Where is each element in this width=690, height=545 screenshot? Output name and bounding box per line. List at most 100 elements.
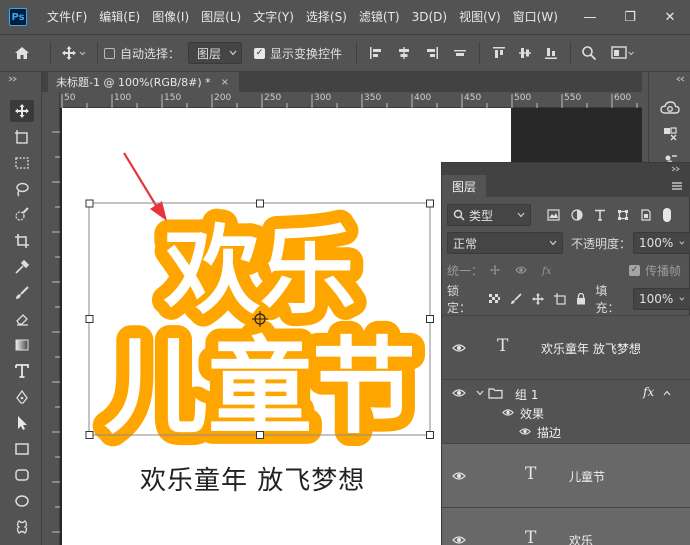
show-transform-checkbox[interactable]: ✓ xyxy=(254,47,266,59)
text-layer-thumbnail-icon: T xyxy=(525,528,537,545)
menu-edit[interactable]: 编辑(E) xyxy=(93,0,146,34)
opacity-input[interactable]: 100% xyxy=(633,232,690,254)
move-tool-icon[interactable] xyxy=(10,100,34,122)
filter-type-icon[interactable] xyxy=(594,209,606,221)
unify-visibility-icon[interactable] xyxy=(515,264,531,276)
libraries-icon[interactable] xyxy=(658,96,682,120)
visibility-eye-icon[interactable] xyxy=(452,471,466,481)
lock-label: 锁定： xyxy=(447,284,472,315)
minimize-button[interactable]: — xyxy=(570,0,610,34)
filter-pixel-icon[interactable] xyxy=(547,209,560,221)
menu-window[interactable]: 窗口(W) xyxy=(507,0,564,34)
distribute-horizontal-icon[interactable] xyxy=(453,46,467,60)
panel-menu-icon[interactable] xyxy=(671,181,683,191)
layer-name[interactable]: 欢乐 xyxy=(569,532,593,545)
unify-style-icon[interactable]: fx xyxy=(541,264,557,276)
auto-select-checkbox[interactable] xyxy=(104,47,115,59)
filter-toggle[interactable] xyxy=(663,208,671,222)
chevron-down-icon xyxy=(679,297,685,301)
lasso-tool-icon[interactable] xyxy=(10,178,34,200)
layer-group-row[interactable]: 组 1 fx 效果 描边 xyxy=(442,379,690,443)
effects-eye-icon[interactable] xyxy=(502,408,514,417)
fill-value: 100% xyxy=(639,292,674,306)
unify-position-icon[interactable] xyxy=(489,264,505,276)
menu-layer[interactable]: 图层(L) xyxy=(195,0,247,34)
align-center-icon[interactable] xyxy=(397,46,411,60)
layer-name[interactable]: 欢乐童年 放飞梦想 xyxy=(541,340,641,357)
blend-mode-dropdown[interactable]: 正常 xyxy=(447,232,563,254)
layer-row[interactable]: T 欢乐童年 放飞梦想 xyxy=(442,315,690,379)
menu-type[interactable]: 文字(Y) xyxy=(247,0,300,34)
menu-image[interactable]: 图像(I) xyxy=(146,0,195,34)
align-bottom-icon[interactable] xyxy=(544,46,558,60)
eyedropper-tool-icon[interactable] xyxy=(10,256,34,278)
menu-file[interactable]: 文件(F) xyxy=(41,0,93,34)
menu-view[interactable]: 视图(V) xyxy=(453,0,507,34)
rounded-rectangle-tool-icon[interactable] xyxy=(10,464,34,486)
layer-name[interactable]: 儿童节 xyxy=(569,468,605,485)
vertical-ruler[interactable] xyxy=(42,92,60,545)
ellipse-tool-icon[interactable] xyxy=(10,490,34,512)
layer-row-selected[interactable]: T 儿童节 xyxy=(442,443,690,507)
close-window-button[interactable]: ✕ xyxy=(650,0,690,34)
horizontal-ruler[interactable]: 50 100 150 200 250 300 350 400 450 500 5… xyxy=(60,92,642,108)
text-layer-thumbnail-icon: T xyxy=(497,336,509,356)
quick-selection-tool-icon[interactable] xyxy=(10,204,34,226)
align-left-icon[interactable] xyxy=(369,46,383,60)
document-tab[interactable]: 未标题-1 @ 100%(RGB/8#) * × xyxy=(48,72,240,92)
filter-shape-icon[interactable] xyxy=(617,209,629,221)
type-tool-icon[interactable] xyxy=(10,360,34,382)
eraser-tool-icon[interactable] xyxy=(10,308,34,330)
menu-filter[interactable]: 滤镜(T) xyxy=(353,0,406,34)
ruler-ticks xyxy=(52,131,60,533)
align-top-icon[interactable] xyxy=(492,46,506,60)
gradient-tool-icon[interactable] xyxy=(10,334,34,356)
crop-tool-icon[interactable] xyxy=(10,230,34,252)
rectangle-tool-icon[interactable] xyxy=(10,438,34,460)
align-right-icon[interactable] xyxy=(425,46,439,60)
adjustments-icon[interactable] xyxy=(658,122,682,146)
lock-transparent-icon[interactable] xyxy=(488,293,500,305)
collapse-dock-icon[interactable] xyxy=(675,76,685,82)
visibility-eye-icon[interactable] xyxy=(452,343,466,353)
visibility-eye-icon[interactable] xyxy=(452,388,466,398)
auto-select-target-dropdown[interactable]: 图层 xyxy=(188,42,243,64)
chevron-up-icon[interactable] xyxy=(663,390,671,396)
lock-artboard-icon[interactable] xyxy=(553,293,566,305)
stroke-effect-name[interactable]: 描边 xyxy=(537,424,561,441)
custom-shape-tool-icon[interactable] xyxy=(10,516,34,538)
lock-image-icon[interactable] xyxy=(510,293,522,305)
expand-toolbar-icon[interactable] xyxy=(8,76,18,82)
brush-tool-icon[interactable] xyxy=(10,282,34,304)
restore-button[interactable]: ❐ xyxy=(610,0,650,34)
effects-label: 效果 xyxy=(520,407,545,421)
group-name[interactable]: 组 1 xyxy=(515,386,538,403)
path-selection-tool-icon[interactable] xyxy=(10,412,34,434)
lock-position-icon[interactable] xyxy=(531,293,544,305)
filter-kind-dropdown[interactable]: 类型 xyxy=(447,204,531,226)
lock-all-icon[interactable] xyxy=(576,293,586,305)
group-expand-chevron-icon[interactable] xyxy=(476,390,484,396)
caption-text[interactable]: 欢乐童年 放飞梦想 xyxy=(140,460,365,497)
workspace-switcher-icon[interactable] xyxy=(611,45,635,61)
pen-tool-icon[interactable] xyxy=(10,386,34,408)
home-icon[interactable] xyxy=(0,34,44,72)
artboard-tool-icon[interactable] xyxy=(10,126,34,148)
propagate-frame-checkbox[interactable]: ✓ xyxy=(628,264,640,276)
stroke-effect-eye-icon[interactable] xyxy=(519,427,531,436)
menu-select[interactable]: 选择(S) xyxy=(300,0,353,34)
filter-adjustment-icon[interactable] xyxy=(571,209,583,221)
marquee-tool-icon[interactable] xyxy=(10,152,34,174)
fill-input[interactable]: 100% xyxy=(633,288,690,310)
visibility-eye-icon[interactable] xyxy=(452,535,466,545)
filter-smart-object-icon[interactable] xyxy=(640,209,652,221)
search-icon[interactable] xyxy=(581,45,597,61)
menu-3d[interactable]: 3D(D) xyxy=(406,0,453,34)
layer-row-selected[interactable]: T 欢乐 xyxy=(442,507,690,545)
close-tab-icon[interactable]: × xyxy=(221,77,229,88)
layer-effects-fx-icon[interactable]: fx xyxy=(643,385,654,399)
move-tool-preset-icon[interactable] xyxy=(57,34,91,72)
layers-tab[interactable]: 图层 xyxy=(442,175,487,197)
align-middle-icon[interactable] xyxy=(518,46,532,60)
collapse-panel-icon[interactable] xyxy=(671,166,681,172)
